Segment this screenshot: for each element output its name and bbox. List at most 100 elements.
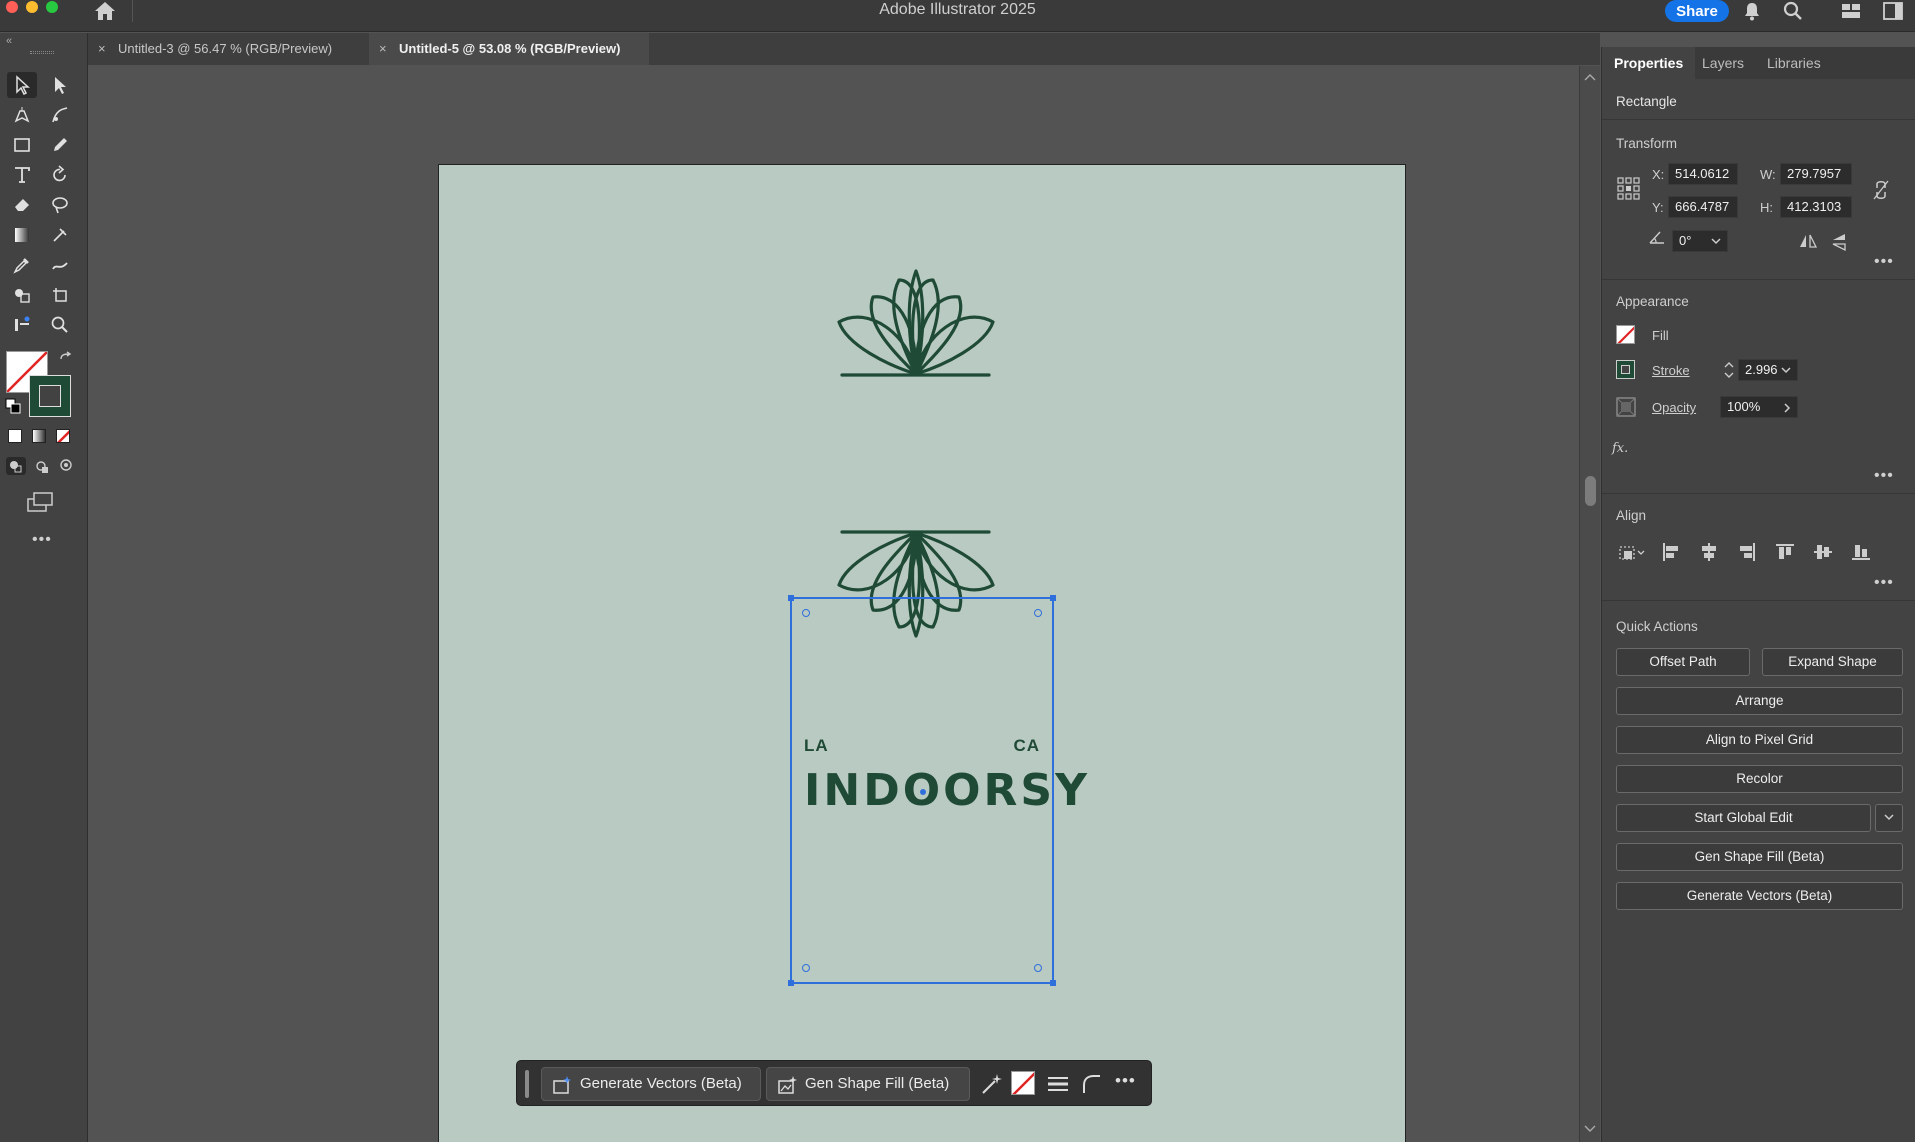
constrain-proportions-icon[interactable] [1872, 179, 1890, 201]
reference-point-icon[interactable] [1616, 176, 1642, 202]
tab-libraries[interactable]: Libraries [1767, 47, 1821, 79]
taskbar-fill-swatch[interactable] [1011, 1071, 1035, 1095]
generate-vectors-button[interactable]: Generate Vectors (Beta) [1616, 882, 1903, 910]
x-input[interactable]: 514.0612 [1668, 163, 1738, 185]
eyedropper-tool[interactable] [7, 252, 37, 278]
corner-widget[interactable] [802, 964, 810, 972]
mesh-tool[interactable] [45, 222, 75, 248]
bell-icon[interactable] [1741, 0, 1763, 22]
align-more-options[interactable]: ••• [1874, 574, 1894, 592]
tab-untitled-3[interactable]: × Untitled-3 @ 56.47 % (RGB/Preview) [88, 33, 368, 65]
stroke-weight-icon[interactable] [1045, 1071, 1071, 1097]
close-tab-icon[interactable]: × [379, 33, 387, 65]
tab-untitled-5[interactable]: × Untitled-5 @ 53.08 % (RGB/Preview) [369, 33, 649, 65]
panel-toggle-icon[interactable] [1882, 0, 1904, 22]
graph-tool[interactable] [7, 312, 37, 338]
none-mode-button[interactable] [56, 429, 70, 443]
artwork-text-la[interactable]: LA [804, 736, 829, 756]
offset-path-button[interactable]: Offset Path [1616, 648, 1750, 676]
swap-fill-stroke-icon[interactable] [58, 351, 74, 367]
rectangle-tool[interactable] [7, 132, 37, 158]
width-input[interactable]: 279.7957 [1780, 163, 1852, 185]
collapse-icon[interactable]: « [6, 35, 12, 47]
shape-builder-tool[interactable] [7, 282, 37, 308]
align-to-pixel-grid-button[interactable]: Align to Pixel Grid [1616, 726, 1903, 754]
draw-normal-button[interactable] [6, 457, 26, 475]
type-tool[interactable] [7, 162, 37, 188]
gradient-tool[interactable] [7, 222, 37, 248]
recolor-button[interactable]: Recolor [1616, 765, 1903, 793]
opacity-label[interactable]: Opacity [1652, 400, 1696, 415]
stroke-label[interactable]: Stroke [1652, 363, 1690, 378]
selection-handle[interactable] [788, 980, 794, 986]
selection-handle[interactable] [1050, 980, 1056, 986]
stroke-swatch[interactable] [1616, 360, 1635, 379]
draw-inside-icon[interactable] [58, 457, 74, 473]
pen-tool[interactable] [7, 102, 37, 128]
expand-shape-button[interactable]: Expand Shape [1762, 648, 1903, 676]
global-edit-options-button[interactable] [1875, 804, 1903, 832]
selection-tool[interactable] [7, 72, 37, 98]
transform-more-options[interactable]: ••• [1874, 253, 1894, 271]
align-to-selection-icon[interactable] [1616, 542, 1648, 564]
artboard[interactable]: LA CA INDOORSY [438, 164, 1406, 1142]
corner-radius-icon[interactable] [1079, 1071, 1105, 1097]
magic-wand-icon[interactable] [979, 1071, 1005, 1097]
chevron-right-icon[interactable] [1782, 402, 1792, 414]
flip-horizontal-icon[interactable] [1798, 232, 1818, 250]
align-right-icon[interactable] [1736, 541, 1758, 563]
share-button[interactable]: Share [1665, 0, 1729, 22]
lasso-tool[interactable] [45, 192, 75, 218]
rotate-tool[interactable] [45, 162, 75, 188]
stroke-stepper-icon[interactable] [1723, 359, 1735, 381]
pencil-tool[interactable] [45, 132, 75, 158]
selection-handle[interactable] [788, 595, 794, 601]
fill-swatch[interactable] [1616, 325, 1635, 344]
direct-selection-tool[interactable] [45, 72, 75, 98]
curvature-tool[interactable] [45, 102, 75, 128]
gen-shape-fill-button[interactable]: Gen Shape Fill (Beta) [1616, 843, 1903, 871]
edit-toolbar-button[interactable]: ••• [32, 531, 52, 549]
opacity-icon[interactable] [1616, 397, 1636, 417]
artboard-tool[interactable] [45, 282, 75, 308]
corner-widget[interactable] [802, 609, 810, 617]
taskbar-more-button[interactable]: ••• [1115, 1071, 1136, 1091]
corner-widget[interactable] [1034, 609, 1042, 617]
screen-mode-icon[interactable] [26, 491, 56, 513]
height-input[interactable]: 412.3103 [1780, 196, 1852, 218]
fx-button[interactable]: fx. [1612, 441, 1628, 456]
align-bottom-icon[interactable] [1850, 541, 1872, 563]
taskbar-generate-vectors-button[interactable]: Generate Vectors (Beta) [541, 1067, 761, 1101]
close-tab-icon[interactable]: × [98, 33, 106, 65]
zoom-tool[interactable] [45, 312, 75, 338]
gradient-mode-button[interactable] [32, 429, 46, 443]
appearance-more-options[interactable]: ••• [1874, 467, 1894, 485]
draw-behind-icon[interactable] [32, 457, 52, 475]
chevron-down-icon[interactable] [1780, 365, 1792, 375]
scroll-up-icon[interactable] [1584, 72, 1596, 82]
corner-widget[interactable] [1034, 964, 1042, 972]
stroke-swatch[interactable] [29, 375, 71, 417]
arrange-button[interactable]: Arrange [1616, 687, 1903, 715]
flip-vertical-icon[interactable] [1830, 232, 1848, 252]
start-global-edit-button[interactable]: Start Global Edit [1616, 804, 1871, 832]
selected-rectangle[interactable]: LA CA INDOORSY [788, 595, 1087, 986]
taskbar-gen-shape-fill-button[interactable]: Gen Shape Fill (Beta) [766, 1067, 970, 1101]
align-left-icon[interactable] [1660, 541, 1682, 563]
color-mode-button[interactable] [8, 429, 22, 443]
chevron-down-icon[interactable] [1710, 236, 1722, 246]
search-icon[interactable] [1782, 0, 1804, 22]
scroll-down-icon[interactable] [1584, 1124, 1596, 1134]
leaf-emblem-top[interactable] [837, 269, 995, 377]
canvas-vertical-scrollbar[interactable] [1579, 66, 1600, 1142]
scrollbar-thumb[interactable] [1585, 476, 1596, 506]
canvas-area[interactable]: LA CA INDOORSY Generate Vectors (Beta) G… [89, 66, 1579, 1142]
default-colors-icon[interactable] [5, 398, 21, 414]
align-top-icon[interactable] [1774, 541, 1796, 563]
workspace-switcher-icon[interactable] [1840, 0, 1862, 22]
toolbar-grip[interactable] [30, 51, 54, 54]
align-horizontal-center-icon[interactable] [1698, 541, 1720, 563]
tab-properties[interactable]: Properties [1602, 47, 1696, 79]
selection-handle[interactable] [1050, 595, 1056, 601]
tab-layers[interactable]: Layers [1702, 47, 1744, 79]
